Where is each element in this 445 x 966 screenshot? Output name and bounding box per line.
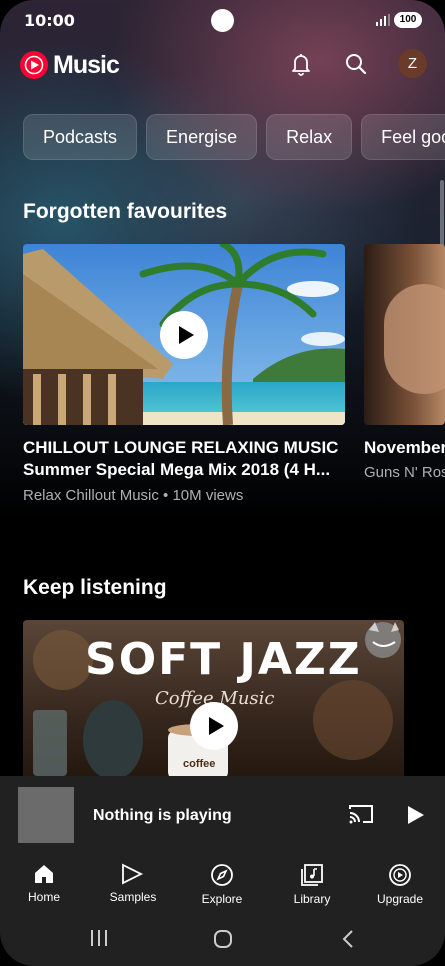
status-bar: 10:00 100 (0, 0, 445, 40)
play-button-soft-jazz[interactable] (190, 702, 238, 750)
compass-icon (211, 864, 233, 886)
home-icon (35, 865, 53, 883)
status-time: 10:00 (24, 11, 75, 30)
nav-label-samples: Samples (109, 890, 157, 904)
chip-podcasts[interactable]: Podcasts (23, 114, 138, 160)
back-icon[interactable] (341, 929, 355, 949)
video-card-november[interactable] (364, 244, 445, 425)
home-system-icon[interactable] (213, 929, 233, 949)
youtube-music-logo-icon (20, 51, 48, 79)
video-title-line1[interactable]: CHILLOUT LOUNGE RELAXING MUSIC (23, 437, 353, 459)
system-navigation-bar (0, 913, 445, 966)
section-title-forgotten-favourites: Forgotten favourites (23, 200, 228, 223)
mood-chips: Podcasts Energise Relax Feel goo (23, 114, 445, 160)
section-title-keep-listening: Keep listening (23, 576, 167, 599)
chip-energise[interactable]: Energise (146, 114, 258, 160)
now-playing-text: Nothing is playing (93, 807, 232, 824)
mini-player-play-button[interactable] (408, 806, 424, 824)
nav-explore[interactable]: Explore (182, 863, 262, 906)
nav-samples[interactable]: Samples (93, 863, 173, 904)
recent-apps-icon[interactable] (90, 929, 108, 947)
nav-label-library: Library (293, 892, 331, 906)
video-card-soft-jazz[interactable]: SOFT JAZZ Coffee Music coffee (23, 620, 404, 776)
nav-label-home: Home (27, 890, 60, 904)
battery-icon: 100 (394, 12, 422, 28)
nav-home[interactable]: Home (4, 863, 84, 904)
front-camera (211, 9, 234, 32)
play-button[interactable] (160, 311, 208, 359)
app-screen: 10:00 100 Music Z Podcasts Energise Rela… (0, 0, 445, 966)
app-logo[interactable]: Music (19, 50, 120, 80)
nav-library[interactable]: Library (272, 863, 352, 906)
cast-icon[interactable] (348, 804, 374, 824)
video-subtitle-november: Guns N' Ros (364, 464, 445, 481)
video-title-line2[interactable]: Summer Special Mega Mix 2018 (4 H... (23, 459, 353, 481)
cup-label: coffee (183, 758, 216, 770)
notifications-bell-icon[interactable] (287, 50, 315, 78)
video-subtitle: Relax Chillout Music • 10M views (23, 487, 244, 504)
account-avatar[interactable]: Z (398, 49, 427, 78)
video-card-chillout[interactable] (23, 244, 345, 425)
thumbnail-title-soft-jazz: SOFT JAZZ (85, 634, 362, 685)
search-icon[interactable] (342, 50, 370, 78)
app-name: Music (53, 50, 120, 79)
app-header: Music Z (0, 46, 445, 82)
video-title-november[interactable]: November (364, 437, 445, 459)
nav-upgrade[interactable]: Upgrade (360, 863, 440, 906)
mini-player[interactable]: Nothing is playing (0, 776, 445, 853)
november-thumbnail (384, 284, 445, 394)
samples-icon (122, 863, 144, 885)
mini-player-thumbnail (18, 787, 74, 843)
bottom-navigation: Home Samples Explore Library Upgrade (0, 853, 445, 913)
library-icon (301, 864, 323, 886)
nav-label-explore: Explore (201, 892, 243, 906)
nav-label-upgrade: Upgrade (376, 892, 424, 906)
chip-relax[interactable]: Relax (266, 114, 353, 160)
chip-feel-good[interactable]: Feel goo (361, 114, 445, 160)
signal-icon (376, 14, 390, 26)
upgrade-icon (389, 864, 411, 886)
